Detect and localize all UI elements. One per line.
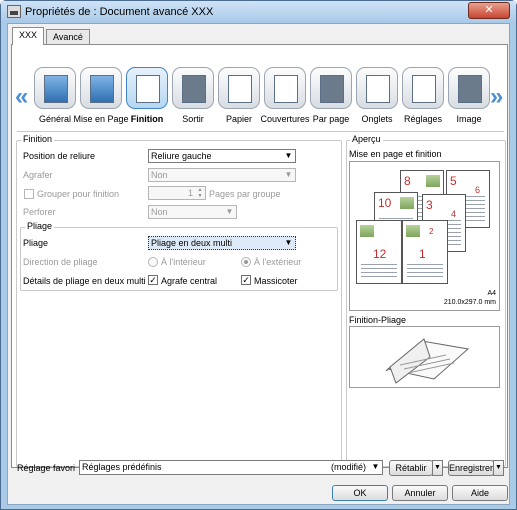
restore-button[interactable]: Rétablir xyxy=(389,460,433,476)
page-number: 1 xyxy=(419,247,426,261)
pages-per-group-unit: Pages par groupe xyxy=(209,189,281,199)
fold-inside-label: À l'intérieur xyxy=(161,257,206,267)
paper-dimensions-label: 210.0x297.0 mm xyxy=(443,299,496,306)
window-title: Propriétés de : Document avancé XXX xyxy=(25,6,214,18)
preview-page: 12 xyxy=(356,220,402,284)
staple-value: Non xyxy=(151,170,168,180)
preview-layout-label: Mise en page et finition xyxy=(349,149,442,159)
binding-position-value: Reliure gauche xyxy=(151,151,212,161)
center-staple-label: Agrafe central xyxy=(161,276,218,286)
page-number: 12 xyxy=(373,247,387,261)
fold-value: Pliage en deux multi xyxy=(151,238,233,248)
help-button[interactable]: Aide xyxy=(452,485,508,501)
chevron-down-icon: ▼ xyxy=(284,170,293,179)
group-finishing-checkbox[interactable] xyxy=(24,189,34,199)
trim-label: Massicoter xyxy=(254,276,298,286)
favorite-settings-select[interactable]: Réglages prédéfinis (modifié) ▼ xyxy=(79,460,383,475)
page-number: 5 xyxy=(450,174,457,188)
center-staple-checkbox[interactable]: ✓ xyxy=(148,275,158,285)
binding-position-label: Position de reliure xyxy=(23,151,96,161)
fold-select[interactable]: Pliage en deux multi ▼ xyxy=(148,236,296,250)
folded-booklet-illustration xyxy=(385,338,470,384)
page-number: 10 xyxy=(378,196,392,210)
covers-icon xyxy=(264,67,306,109)
page-number: 3 xyxy=(426,198,433,212)
scroll-right-arrow[interactable]: » xyxy=(490,83,503,111)
fold-preview-label: Finition-Pliage xyxy=(349,315,407,325)
punch-select[interactable]: Non ▼ xyxy=(148,205,237,219)
paper-size-label: A4 xyxy=(487,290,496,297)
output-icon xyxy=(172,67,214,109)
fold-direction-label: Direction de pliage xyxy=(23,257,98,267)
staple-select[interactable]: Non ▼ xyxy=(148,168,296,182)
multi-fold-details-label: Détails de pliage en deux multi xyxy=(23,276,146,286)
category-label: Image xyxy=(456,114,482,124)
save-button[interactable]: Enregistrer xyxy=(448,460,494,476)
pages-per-group-value: 1 xyxy=(187,188,193,198)
pliage-group-title: Pliage xyxy=(25,221,55,231)
image-icon xyxy=(448,67,490,109)
save-dropdown-arrow[interactable]: ▼ xyxy=(493,460,504,476)
paper-icon xyxy=(218,67,260,109)
chevron-down-icon: ▼ xyxy=(371,462,380,471)
general-icon xyxy=(34,67,76,109)
restore-dropdown-arrow[interactable]: ▼ xyxy=(432,460,443,476)
pages-per-group-spinner[interactable]: 1 ▲ ▼ xyxy=(148,186,206,200)
tabs-icon xyxy=(356,67,398,109)
binding-position-select[interactable]: Reliure gauche ▼ xyxy=(148,149,296,163)
group-finishing-label: Grouper pour finition xyxy=(37,189,120,199)
tab-panel: « » Général Mise en Page Finition Sortir… xyxy=(11,44,508,468)
favorite-settings-value: Réglages prédéfinis xyxy=(82,462,162,472)
page-number: 8 xyxy=(404,174,411,188)
title-bar[interactable]: Propriétés de : Document avancé XXX ✕ xyxy=(1,1,516,23)
chevron-down-icon: ▼ xyxy=(284,151,293,160)
printer-app-icon xyxy=(7,5,21,18)
page-number: 2 xyxy=(429,227,434,236)
tab-avance[interactable]: Avancé xyxy=(46,29,90,45)
strip-separator xyxy=(17,131,504,132)
dialog-client: XXX Avancé « » Général Mise en Page Fini… xyxy=(7,23,510,505)
chevron-down-icon: ▼ xyxy=(225,207,234,216)
properties-window: Propriétés de : Document avancé XXX ✕ XX… xyxy=(0,0,517,510)
favorite-modified-indicator: (modifié) xyxy=(330,462,366,472)
fold-label: Pliage xyxy=(23,238,49,248)
category-image[interactable]: Image xyxy=(446,67,492,127)
fold-outside-label: À l'extérieur xyxy=(254,257,302,267)
fold-preview xyxy=(349,326,500,388)
staple-label: Agrafer xyxy=(23,170,53,180)
close-button[interactable]: ✕ xyxy=(468,2,510,19)
tab-xxx[interactable]: XXX xyxy=(12,27,45,45)
per-page-icon xyxy=(310,67,352,109)
favorite-settings-label: Réglage favori xyxy=(17,463,76,473)
layout-icon xyxy=(80,67,122,109)
spinner-arrows-icon: ▲ ▼ xyxy=(197,187,203,199)
chevron-down-icon: ▼ xyxy=(284,238,293,247)
fold-outside-radio[interactable] xyxy=(241,257,251,267)
preview-title: Aperçu xyxy=(350,134,383,144)
scroll-left-arrow[interactable]: « xyxy=(15,83,28,111)
cancel-button[interactable]: Annuler xyxy=(392,485,448,501)
layout-preview: 8 56 10 34 12 12 A4 210.0x297.0 mm xyxy=(349,161,500,311)
trim-checkbox[interactable]: ✓ xyxy=(241,275,251,285)
settings-icon xyxy=(402,67,444,109)
preview-page: 12 xyxy=(402,220,448,284)
finition-group-title: Finition xyxy=(21,134,55,144)
ok-button[interactable]: OK xyxy=(332,485,388,501)
punch-value: Non xyxy=(151,207,168,217)
fold-inside-radio[interactable] xyxy=(148,257,158,267)
finishing-icon xyxy=(126,67,168,109)
punch-label: Perforer xyxy=(23,207,56,217)
